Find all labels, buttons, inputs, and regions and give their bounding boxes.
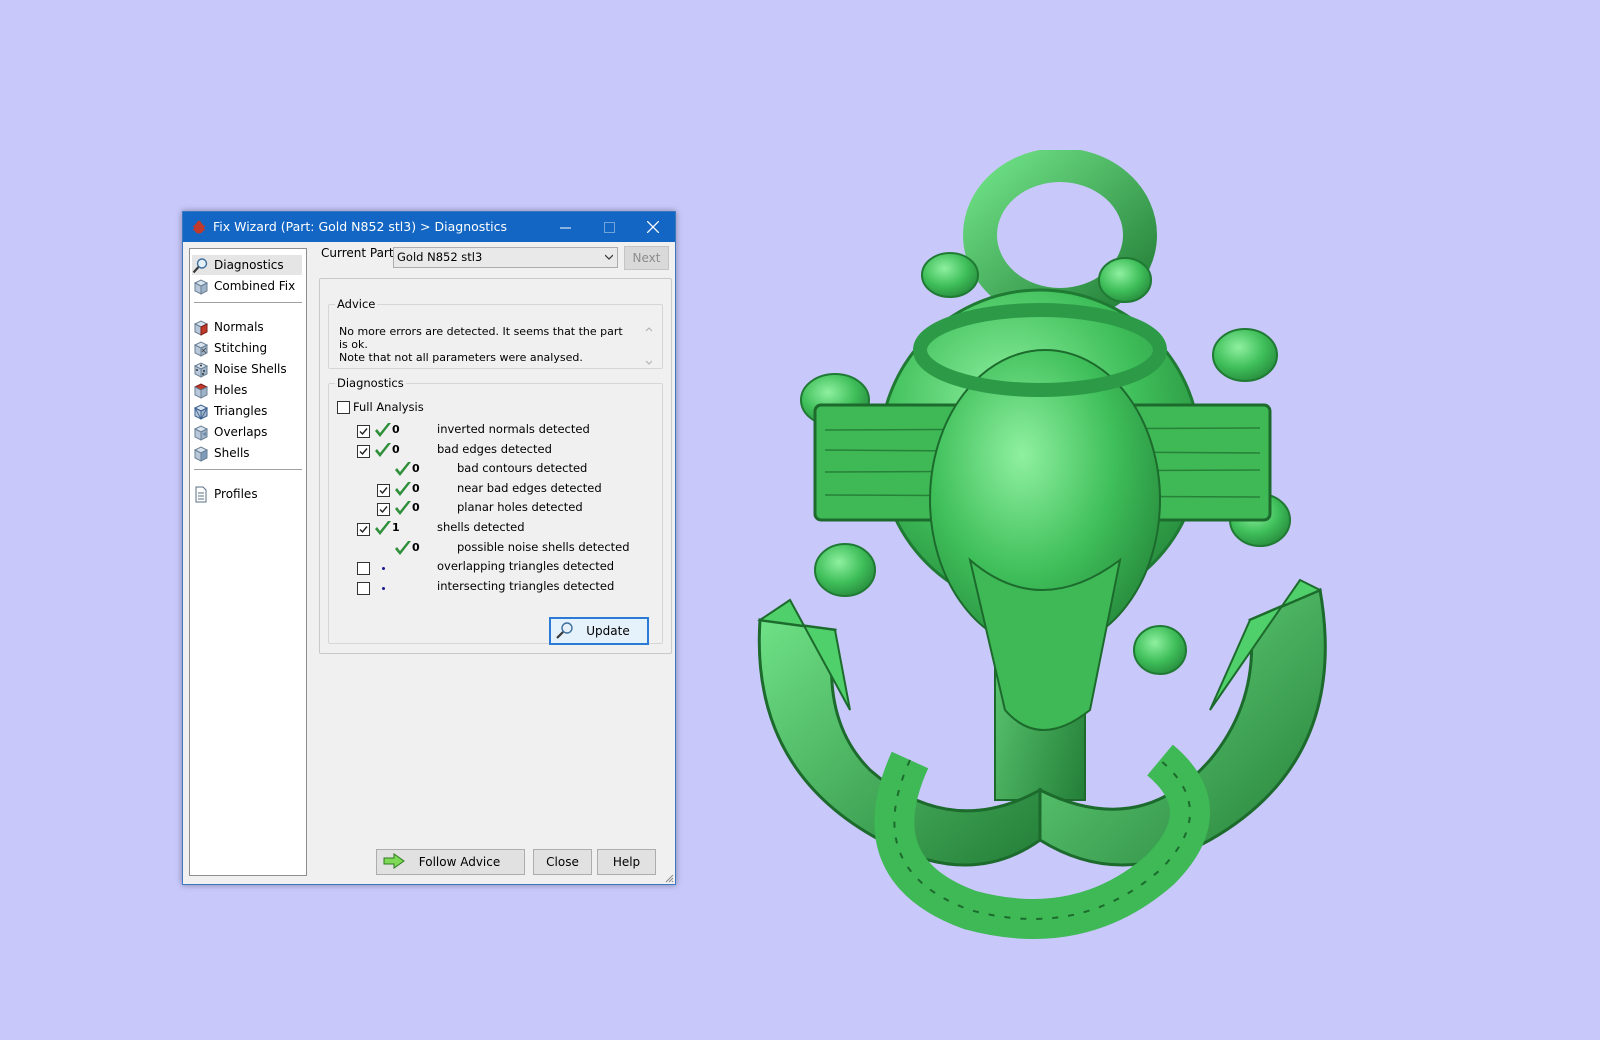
nav-label: Holes <box>214 383 248 397</box>
check-mark-icon <box>375 443 391 457</box>
diagnostic-checkbox[interactable] <box>357 562 370 575</box>
diagnostic-checkbox[interactable] <box>357 582 370 595</box>
check-mark-icon <box>395 501 411 515</box>
follow-advice-label: Follow Advice <box>418 855 501 869</box>
cube-icon <box>193 278 209 295</box>
diagnostic-label: bad contours detected <box>457 461 588 475</box>
arrow-right-icon <box>383 853 405 869</box>
nav-label: Profiles <box>214 487 258 501</box>
diagnostic-count: 0 <box>392 443 400 456</box>
nav-item-triangles[interactable]: Triangles <box>192 401 302 421</box>
help-button[interactable]: Help <box>597 849 656 875</box>
diagnostic-label: planar holes detected <box>457 500 583 514</box>
nav-item-normals[interactable]: Normals <box>192 317 302 337</box>
nav-divider <box>194 469 302 470</box>
nav-item-stitching[interactable]: Stitching <box>192 338 302 358</box>
nav-item-overlaps[interactable]: Overlaps <box>192 422 302 442</box>
pending-dot-icon <box>382 567 385 570</box>
check-mark-icon <box>395 462 411 476</box>
normals-icon <box>193 319 209 336</box>
close-button[interactable]: Close <box>533 849 592 875</box>
diagnostic-checkbox[interactable] <box>357 425 370 438</box>
diagnostic-label: bad edges detected <box>437 442 552 456</box>
wizard-nav: Diagnostics Combined Fix Normals Stitchi… <box>189 248 307 876</box>
resize-grip-icon[interactable] <box>664 873 674 883</box>
close-window-button[interactable] <box>631 212 675 242</box>
close-icon <box>647 221 659 233</box>
advice-legend: Advice <box>337 297 376 311</box>
holes-icon <box>193 382 209 399</box>
diagnostic-label: possible noise shells detected <box>457 540 630 554</box>
maximize-icon <box>603 221 615 233</box>
current-part-value: Gold N852 stl3 <box>397 250 483 264</box>
nav-label: Normals <box>214 320 264 334</box>
diagnostic-count: 0 <box>392 423 400 436</box>
follow-advice-button[interactable]: Follow Advice <box>376 849 525 875</box>
check-mark-icon <box>375 521 391 535</box>
diagnostic-label: near bad edges detected <box>457 481 602 495</box>
full-analysis-checkbox[interactable] <box>337 401 350 414</box>
advice-text: No more errors are detected. It seems th… <box>339 325 624 364</box>
minimize-icon <box>559 227 571 228</box>
diagnostic-count: 1 <box>392 521 400 534</box>
triangles-icon <box>193 403 209 420</box>
pending-dot-icon <box>382 587 385 590</box>
stitching-icon <box>193 340 209 357</box>
check-mark-icon <box>375 423 391 437</box>
advice-line: No more errors are detected. It seems th… <box>339 325 623 351</box>
nav-label: Overlaps <box>214 425 268 439</box>
minimize-button[interactable] <box>543 212 587 242</box>
update-button[interactable]: Update <box>549 617 649 645</box>
full-analysis-label: Full Analysis <box>353 400 424 414</box>
current-part-label: Current Part: <box>321 246 398 260</box>
nav-item-profiles[interactable]: Profiles <box>192 484 302 504</box>
advice-scrollbar[interactable] <box>642 323 656 369</box>
nav-divider <box>194 302 302 303</box>
nav-label: Noise Shells <box>214 362 287 376</box>
nav-label: Shells <box>214 446 250 460</box>
nav-label: Stitching <box>214 341 268 355</box>
nav-item-diagnostics[interactable]: Diagnostics <box>192 255 302 275</box>
magnifier-icon <box>556 622 573 639</box>
diagnostics-legend: Diagnostics <box>337 376 404 390</box>
maximize-button[interactable] <box>587 212 631 242</box>
diagnostic-checkbox[interactable] <box>357 523 370 536</box>
diagnostic-checkbox[interactable] <box>357 445 370 458</box>
advice-line: Note that not all parameters were analys… <box>339 351 583 364</box>
diagnostic-checkbox[interactable] <box>377 484 390 497</box>
check-mark-icon <box>395 541 411 555</box>
shells-icon <box>193 445 209 462</box>
app-bug-icon <box>192 220 206 234</box>
nav-item-noise-shells[interactable]: Noise Shells <box>192 359 302 379</box>
check-mark-icon <box>395 482 411 496</box>
update-label: Update <box>586 624 630 638</box>
nav-item-holes[interactable]: Holes <box>192 380 302 400</box>
nav-item-combined-fix[interactable]: Combined Fix <box>192 276 302 296</box>
chevron-down-icon <box>605 254 613 260</box>
window-title: Fix Wizard (Part: Gold N852 stl3) > Diag… <box>213 219 508 234</box>
magnifier-icon <box>192 257 208 273</box>
diagnostic-count: 0 <box>412 541 420 554</box>
diagnostic-label: inverted normals detected <box>437 422 590 436</box>
nav-label: Combined Fix <box>214 279 296 293</box>
document-icon <box>195 486 207 502</box>
overlaps-icon <box>193 424 209 441</box>
nav-item-shells[interactable]: Shells <box>192 443 302 463</box>
advice-group: Advice No more errors are detected. It s… <box>328 297 663 369</box>
diagnostic-count: 0 <box>412 482 420 495</box>
nav-label: Diagnostics <box>214 258 284 272</box>
title-bar[interactable]: Fix Wizard (Part: Gold N852 stl3) > Diag… <box>183 212 675 242</box>
diagnostic-label: intersecting triangles detected <box>437 579 615 593</box>
diagnostic-count: 0 <box>412 501 420 514</box>
diagnostic-label: overlapping triangles detected <box>437 559 615 573</box>
diagnostic-checkbox[interactable] <box>377 503 390 516</box>
anchor-model-render <box>757 150 1327 939</box>
nav-label: Triangles <box>214 404 268 418</box>
noise-shells-icon <box>193 361 209 378</box>
next-button[interactable]: Next <box>624 246 669 270</box>
current-part-select[interactable]: Gold N852 stl3 <box>393 247 618 268</box>
diagnostic-label: shells detected <box>437 520 525 534</box>
diagnostic-count: 0 <box>412 462 420 475</box>
fix-wizard-window: Fix Wizard (Part: Gold N852 stl3) > Diag… <box>182 211 676 885</box>
